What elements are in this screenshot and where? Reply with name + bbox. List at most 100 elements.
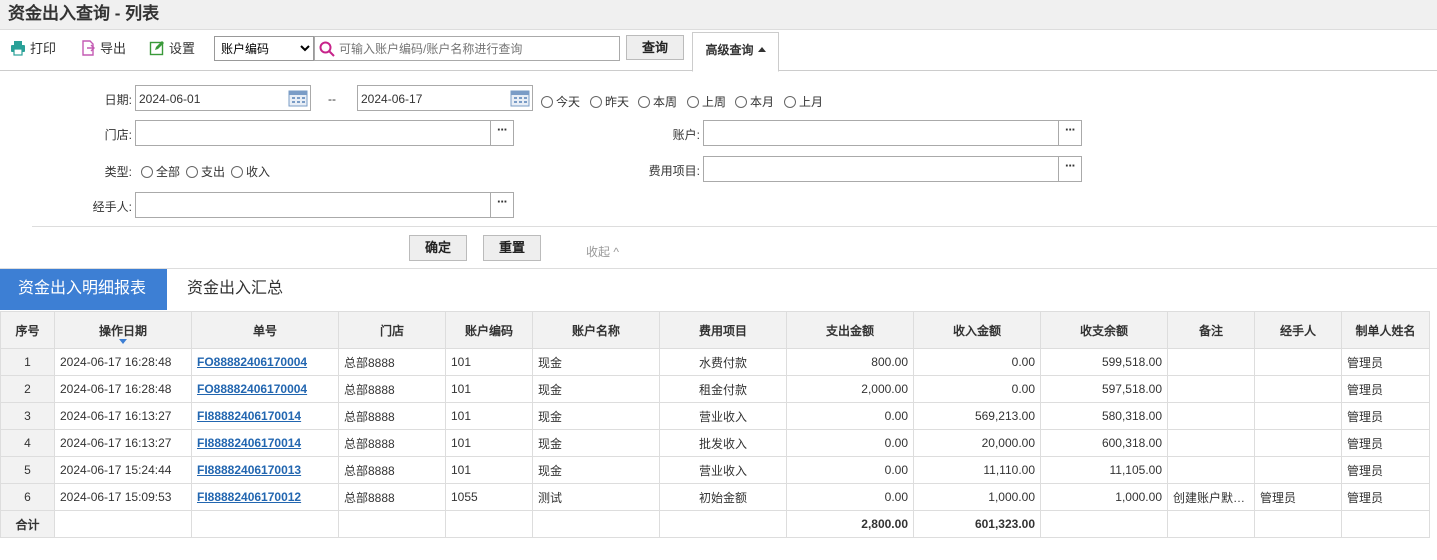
advanced-query-tab[interactable]: 高级查询 [692,32,779,72]
settings-label: 设置 [169,41,196,56]
table-cell: 101 [445,348,533,376]
order-number-cell: FI88882406170014 [191,429,339,457]
total-cell [1167,510,1255,538]
table-cell: 0.00 [913,375,1041,403]
caret-up-icon [757,47,766,52]
table-row[interactable]: 6 2024-06-17 15:09:53 FI88882406170012 总部88… [0,483,1430,511]
table-cell: 1 [0,348,55,376]
tab-detail-report[interactable]: 资金出入明细报表 [0,269,167,310]
table-cell: 现金 [532,429,660,457]
radio-circle-icon [590,96,602,108]
radio-today[interactable]: 今天 [541,93,580,110]
table-cell: 水费付款 [659,348,787,376]
table-cell: 0.00 [786,429,914,457]
table-cell: 总部8888 [338,429,446,457]
date-from-field[interactable]: 2024-06-01 [135,85,311,111]
account-field-select[interactable]: 账户编码 [214,36,314,61]
radio-circle-icon [231,166,243,178]
more-icon[interactable]: ··· [490,193,513,217]
table-cell: 租金付款 [659,375,787,403]
table-cell: 1,000.00 [1040,483,1168,511]
calendar-icon[interactable] [510,89,530,107]
table-cell [1254,402,1342,430]
radio-this-month[interactable]: 本月 [735,93,774,110]
table-row[interactable]: 2 2024-06-17 16:28:48 FO88882406170004 总部88… [0,375,1430,403]
header-cell-sortable[interactable]: 操作日期 [54,311,192,349]
table-cell: 测试 [532,483,660,511]
confirm-button[interactable]: 确定 [409,235,467,261]
order-number-cell: FO88882406170004 [191,375,339,403]
table-cell [1167,375,1255,403]
table-cell: 800.00 [786,348,914,376]
query-button[interactable]: 查询 [626,35,684,60]
table-cell: 11,110.00 [913,456,1041,484]
radio-label: 今天 [556,95,581,109]
order-number-cell: FI88882406170012 [191,483,339,511]
order-number-link[interactable]: FO88882406170004 [197,355,307,369]
table-cell: 0.00 [786,456,914,484]
radio-last-month[interactable]: 上月 [784,93,823,110]
radio-label: 本月 [750,95,775,109]
store-field[interactable]: ··· [135,120,514,146]
more-icon[interactable]: ··· [490,121,513,145]
date-to-value: 2024-06-17 [361,92,423,106]
total-cell [532,510,660,538]
reset-button[interactable]: 重置 [483,235,541,261]
total-cell [659,510,787,538]
order-number-link[interactable]: FI88882406170014 [197,409,301,423]
order-number-link[interactable]: FI88882406170012 [197,490,301,504]
table-cell: 11,105.00 [1040,456,1168,484]
table-cell: 3 [0,402,55,430]
radio-label: 上月 [799,95,824,109]
total-cell: 2,800.00 [786,510,914,538]
order-number-link[interactable]: FO88882406170004 [197,382,307,396]
export-icon [82,40,95,56]
radio-this-week[interactable]: 本周 [638,93,677,110]
radio-type-expense[interactable]: 支出 [186,163,225,180]
radio-type-income[interactable]: 收入 [231,163,270,180]
radio-type-all[interactable]: 全部 [141,163,180,180]
search-box [314,36,620,61]
table-row[interactable]: 4 2024-06-17 16:13:27 FI88882406170014 总部88… [0,429,1430,457]
table-cell: 580,318.00 [1040,402,1168,430]
radio-last-week[interactable]: 上周 [687,93,726,110]
header-cell: 制单人姓名 [1341,311,1430,349]
table-cell: 总部8888 [338,456,446,484]
calendar-icon[interactable] [288,89,308,107]
table-row[interactable]: 3 2024-06-17 16:13:27 FI88882406170014 总部88… [0,402,1430,430]
total-cell [445,510,533,538]
export-button[interactable]: 导出 [80,39,126,59]
print-button[interactable]: 打印 [10,39,56,59]
table-cell: 2024-06-17 16:13:27 [54,402,192,430]
search-input[interactable] [339,39,615,58]
tab-summary[interactable]: 资金出入汇总 [169,269,301,310]
total-cell [1341,510,1430,538]
table-cell: 4 [0,429,55,457]
settings-button[interactable]: 设置 [149,39,195,59]
table-cell: 101 [445,375,533,403]
table-cell: 2024-06-17 15:24:44 [54,456,192,484]
radio-circle-icon [687,96,699,108]
expense-item-field[interactable]: ··· [703,156,1082,182]
table-cell: 0.00 [786,483,914,511]
radio-circle-icon [186,166,198,178]
date-to-field[interactable]: 2024-06-17 [357,85,533,111]
table-row[interactable]: 5 2024-06-17 15:24:44 FI88882406170013 总部88… [0,456,1430,484]
handler-field[interactable]: ··· [135,192,514,218]
table-cell: 2024-06-17 16:28:48 [54,348,192,376]
table-cell: 现金 [532,375,660,403]
account-field[interactable]: ··· [703,120,1082,146]
order-number-cell: FI88882406170014 [191,402,339,430]
order-number-link[interactable]: FI88882406170013 [197,463,301,477]
collapse-toggle[interactable]: 收起 ^ [586,243,619,260]
radio-yesterday[interactable]: 昨天 [590,93,629,110]
table-cell: 2 [0,375,55,403]
total-cell [338,510,446,538]
more-icon[interactable]: ··· [1058,157,1081,181]
table-cell: 管理员 [1341,402,1430,430]
order-number-link[interactable]: FI88882406170014 [197,436,301,450]
total-cell [1040,510,1168,538]
more-icon[interactable]: ··· [1058,121,1081,145]
date-from-value: 2024-06-01 [139,92,201,106]
table-row[interactable]: 1 2024-06-17 16:28:48 FO88882406170004 总部88… [0,348,1430,376]
